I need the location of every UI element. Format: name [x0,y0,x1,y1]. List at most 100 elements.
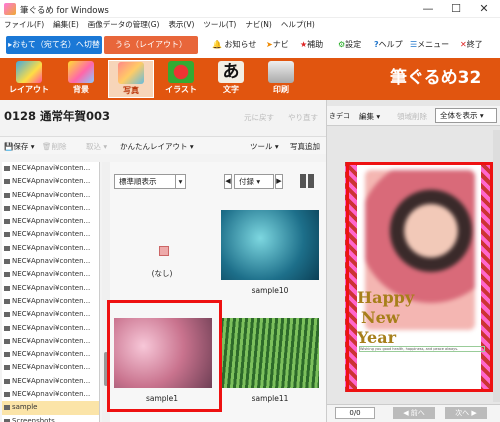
tree-item[interactable]: Screenshots [2,415,99,422]
delete-area-button[interactable]: 領域削除 [397,111,427,122]
hojo-button[interactable]: ★補助 [300,38,323,52]
maximize-button[interactable]: ☐ [446,2,466,16]
edit-button[interactable]: 編集 ▾ [359,111,380,122]
menu-image-manage[interactable]: 画像データの管理(G) [84,18,164,31]
add-photo-button[interactable]: 写真追加 [290,141,320,152]
thumb-label: sample11 [251,394,289,403]
folder-icon [4,219,10,225]
navi-button[interactable]: ➤ナビ [266,38,289,52]
ribbon-photo[interactable]: 写真 [108,60,154,98]
settings-button[interactable]: ⚙設定 [338,38,361,52]
notice-button[interactable]: 🔔 お知らせ [212,38,256,52]
ribbon-illust[interactable]: イラスト [158,60,204,98]
next-filter-button[interactable]: ▶ [275,174,283,189]
tree-item-label: NEC¥Apnavi¥conten... [12,203,91,212]
thumb-image [221,318,319,388]
menu-view[interactable]: 表示(V) [164,18,198,31]
tree-item[interactable]: NEC¥Apnavi¥conten... [2,388,99,401]
ribbon-print[interactable]: 印刷 [258,60,304,98]
tree-item[interactable]: NEC¥Apnavi¥conten... [2,255,99,268]
folder-icon [4,205,10,211]
folder-tree[interactable]: NEC¥Apnavi¥conten... NEC¥Apnavi¥conten...… [2,162,100,422]
ribbon-background[interactable]: 背景 [58,60,104,98]
filter-select[interactable]: 付録 ▾ [234,174,274,189]
card-text-new: New [361,308,400,327]
save-icon: 💾 [4,142,14,151]
tree-item-label: NEC¥Apnavi¥conten... [12,323,91,332]
import-button[interactable]: 取込 ▾ [86,141,107,152]
tree-item[interactable]: NEC¥Apnavi¥conten... [2,228,99,241]
deco-button[interactable]: きデコ [329,111,350,121]
tab-back-layout[interactable]: うら（レイアウト） [104,36,198,54]
brand-logo: 筆ぐるめ32 [390,68,482,88]
tree-item[interactable]: NEC¥Apnavi¥conten... [2,322,99,335]
tree-item[interactable]: NEC¥Apnavi¥conten... [2,361,99,374]
window-title: 筆ぐるめ for Windows [20,6,109,16]
help-button[interactable]: ?ヘルプ [374,38,403,52]
layout-icon [16,61,42,83]
tree-item[interactable]: NEC¥Apnavi¥conten... [2,335,99,348]
tree-item[interactable]: NEC¥Apnavi¥conten... [2,282,99,295]
thumb-sample10[interactable]: sample10 [218,202,322,306]
tree-item-label: NEC¥Apnavi¥conten... [12,230,91,239]
photo-toolbar: 💾保存 ▾ 🗑削除 取込 ▾ かんたんレイアウト ▾ ツール ▾ 写真追加 [0,136,326,154]
prev-page-button[interactable]: ◀ 前へ [393,407,435,419]
tree-item[interactable]: NEC¥Apnavi¥conten... [2,189,99,202]
tree-item[interactable]: NEC¥Apnavi¥conten... [2,308,99,321]
tree-item[interactable]: NEC¥Apnavi¥conten... [2,202,99,215]
preview-scrollbar[interactable] [493,130,500,402]
tree-item[interactable]: sample [2,401,99,415]
redo-button[interactable]: やり直す [288,112,318,123]
minimize-button[interactable]: — [418,2,438,16]
tree-item-label: NEC¥Apnavi¥conten... [12,376,91,385]
watermelon-icon [168,61,194,83]
tools-button[interactable]: ツール ▾ [250,141,279,152]
new-year-card[interactable]: Happy New Year Wishing you good health, … [345,162,493,392]
ribbon-layout[interactable]: レイアウト [6,60,52,98]
tree-item-label: NEC¥Apnavi¥conten... [12,310,91,319]
prev-filter-button[interactable]: ◀ [224,174,232,189]
page-indicator: 0/0 [335,407,375,419]
tree-item[interactable]: NEC¥Apnavi¥conten... [2,268,99,281]
broken-image-icon [159,246,169,256]
menu-bar: ファイル(F) 編集(E) 画像データの管理(G) 表示(V) ツール(T) ナビ(N) ヘ… [0,18,500,32]
tab-front-address[interactable]: ▸おもて（宛て名）へ切替 [6,36,102,54]
next-page-button[interactable]: 次へ ▶ [445,407,487,419]
tree-item[interactable]: NEC¥Apnavi¥conten... [2,375,99,388]
close-button[interactable]: ✕ [474,2,494,16]
tree-item[interactable]: NEC¥Apnavi¥conten... [2,295,99,308]
exit-button[interactable]: ✕終了 [460,38,483,52]
folder-icon [4,232,10,238]
tree-item-label: NEC¥Apnavi¥conten... [12,350,91,359]
menu-navi[interactable]: ナビ(N) [241,18,275,31]
tree-item[interactable]: NEC¥Apnavi¥conten... [2,215,99,228]
thumb-image [221,210,319,280]
view-select[interactable]: 全体を表示 ▾ [435,108,497,123]
menu-edit[interactable]: 編集(E) [49,18,83,31]
tree-item[interactable]: NEC¥Apnavi¥conten... [2,175,99,188]
folder-icon [4,325,10,331]
menu-help[interactable]: ヘルプ(H) [277,18,319,31]
thumb-label: sample10 [251,286,289,295]
selected-highlight [107,300,222,412]
grid-view-icon[interactable] [300,174,314,188]
menu-file[interactable]: ファイル(F) [0,18,48,31]
tree-item[interactable]: NEC¥Apnavi¥conten... [2,242,99,255]
menu-button[interactable]: ☰メニュー [410,38,449,52]
delete-button[interactable]: 🗑削除 [42,141,67,152]
printer-icon [268,61,294,83]
folder-icon [4,405,10,411]
tree-item[interactable]: NEC¥Apnavi¥conten... [2,162,99,175]
ribbon-border-right [481,162,493,392]
sort-select[interactable]: 標準順表示 ▾ [114,174,186,189]
thumb-sample11[interactable]: sample11 [218,310,322,414]
folder-icon [4,352,10,358]
tree-item[interactable]: NEC¥Apnavi¥conten... [2,348,99,361]
save-button[interactable]: 💾保存 ▾ [4,141,35,152]
easy-layout-button[interactable]: かんたんレイアウト ▾ [120,141,194,152]
ribbon-text[interactable]: あ文字 [208,60,254,98]
thumb-none[interactable]: (なし) [110,202,214,306]
tree-item-label: NEC¥Apnavi¥conten... [12,296,91,305]
undo-button[interactable]: 元に戻す [244,112,274,123]
menu-tools[interactable]: ツール(T) [199,18,240,31]
